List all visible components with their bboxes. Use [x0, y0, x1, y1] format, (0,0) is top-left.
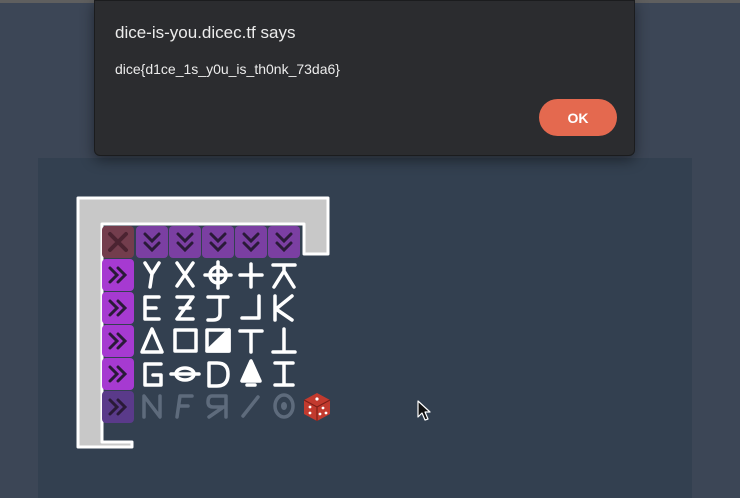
tile-chevron-down — [235, 226, 267, 258]
glyph-z — [175, 295, 195, 321]
glyph-square — [173, 328, 198, 353]
tile-chevron-down — [169, 226, 201, 258]
ok-button[interactable]: OK — [539, 99, 617, 136]
glyph-d — [207, 361, 230, 388]
tile-chevron-right — [102, 292, 134, 324]
tile-chevron-down — [268, 226, 300, 258]
glyph-t — [238, 329, 264, 354]
glyph-theta — [169, 366, 201, 382]
glyph-k — [273, 294, 294, 322]
glyph-bell — [240, 359, 262, 387]
tile-chevron-right — [102, 259, 134, 291]
tile-x-block — [102, 226, 134, 258]
glyph-hook — [240, 294, 261, 320]
dialog-title: dice-is-you.dicec.tf says — [115, 23, 296, 42]
glyph-upside-t — [271, 327, 297, 354]
glyph-triangle — [140, 327, 164, 354]
tile-chevron-down — [136, 226, 168, 258]
glyph-g — [143, 362, 163, 387]
alert-dialog: dice-is-you.dicec.tf says dice{d1ce_1s_y… — [94, 0, 635, 156]
glyph-i — [273, 361, 295, 387]
glyph-y — [143, 261, 161, 289]
glyph-n — [142, 394, 162, 419]
tile-chevron-down — [202, 226, 234, 258]
mouse-cursor-icon — [417, 400, 431, 421]
glyph-crosshair — [203, 260, 233, 290]
glyph-plus — [238, 262, 264, 289]
tile-chevron-right — [102, 358, 134, 390]
glyph-x — [175, 261, 195, 288]
dice-icon — [303, 393, 331, 421]
tile-chevron-right — [102, 325, 134, 357]
glyph-j — [206, 295, 230, 322]
glyph-r-mirrored — [206, 394, 228, 419]
dialog-message: dice{d1ce_1s_y0u_is_th0nk_73da6} — [115, 61, 340, 77]
glyph-half-square — [205, 328, 231, 353]
glyph-e — [143, 295, 161, 321]
glyph-f — [175, 394, 194, 419]
glyph-slash — [241, 395, 260, 418]
glyph-anchor — [271, 263, 297, 289]
tile-chevron-right-dim — [102, 391, 134, 423]
